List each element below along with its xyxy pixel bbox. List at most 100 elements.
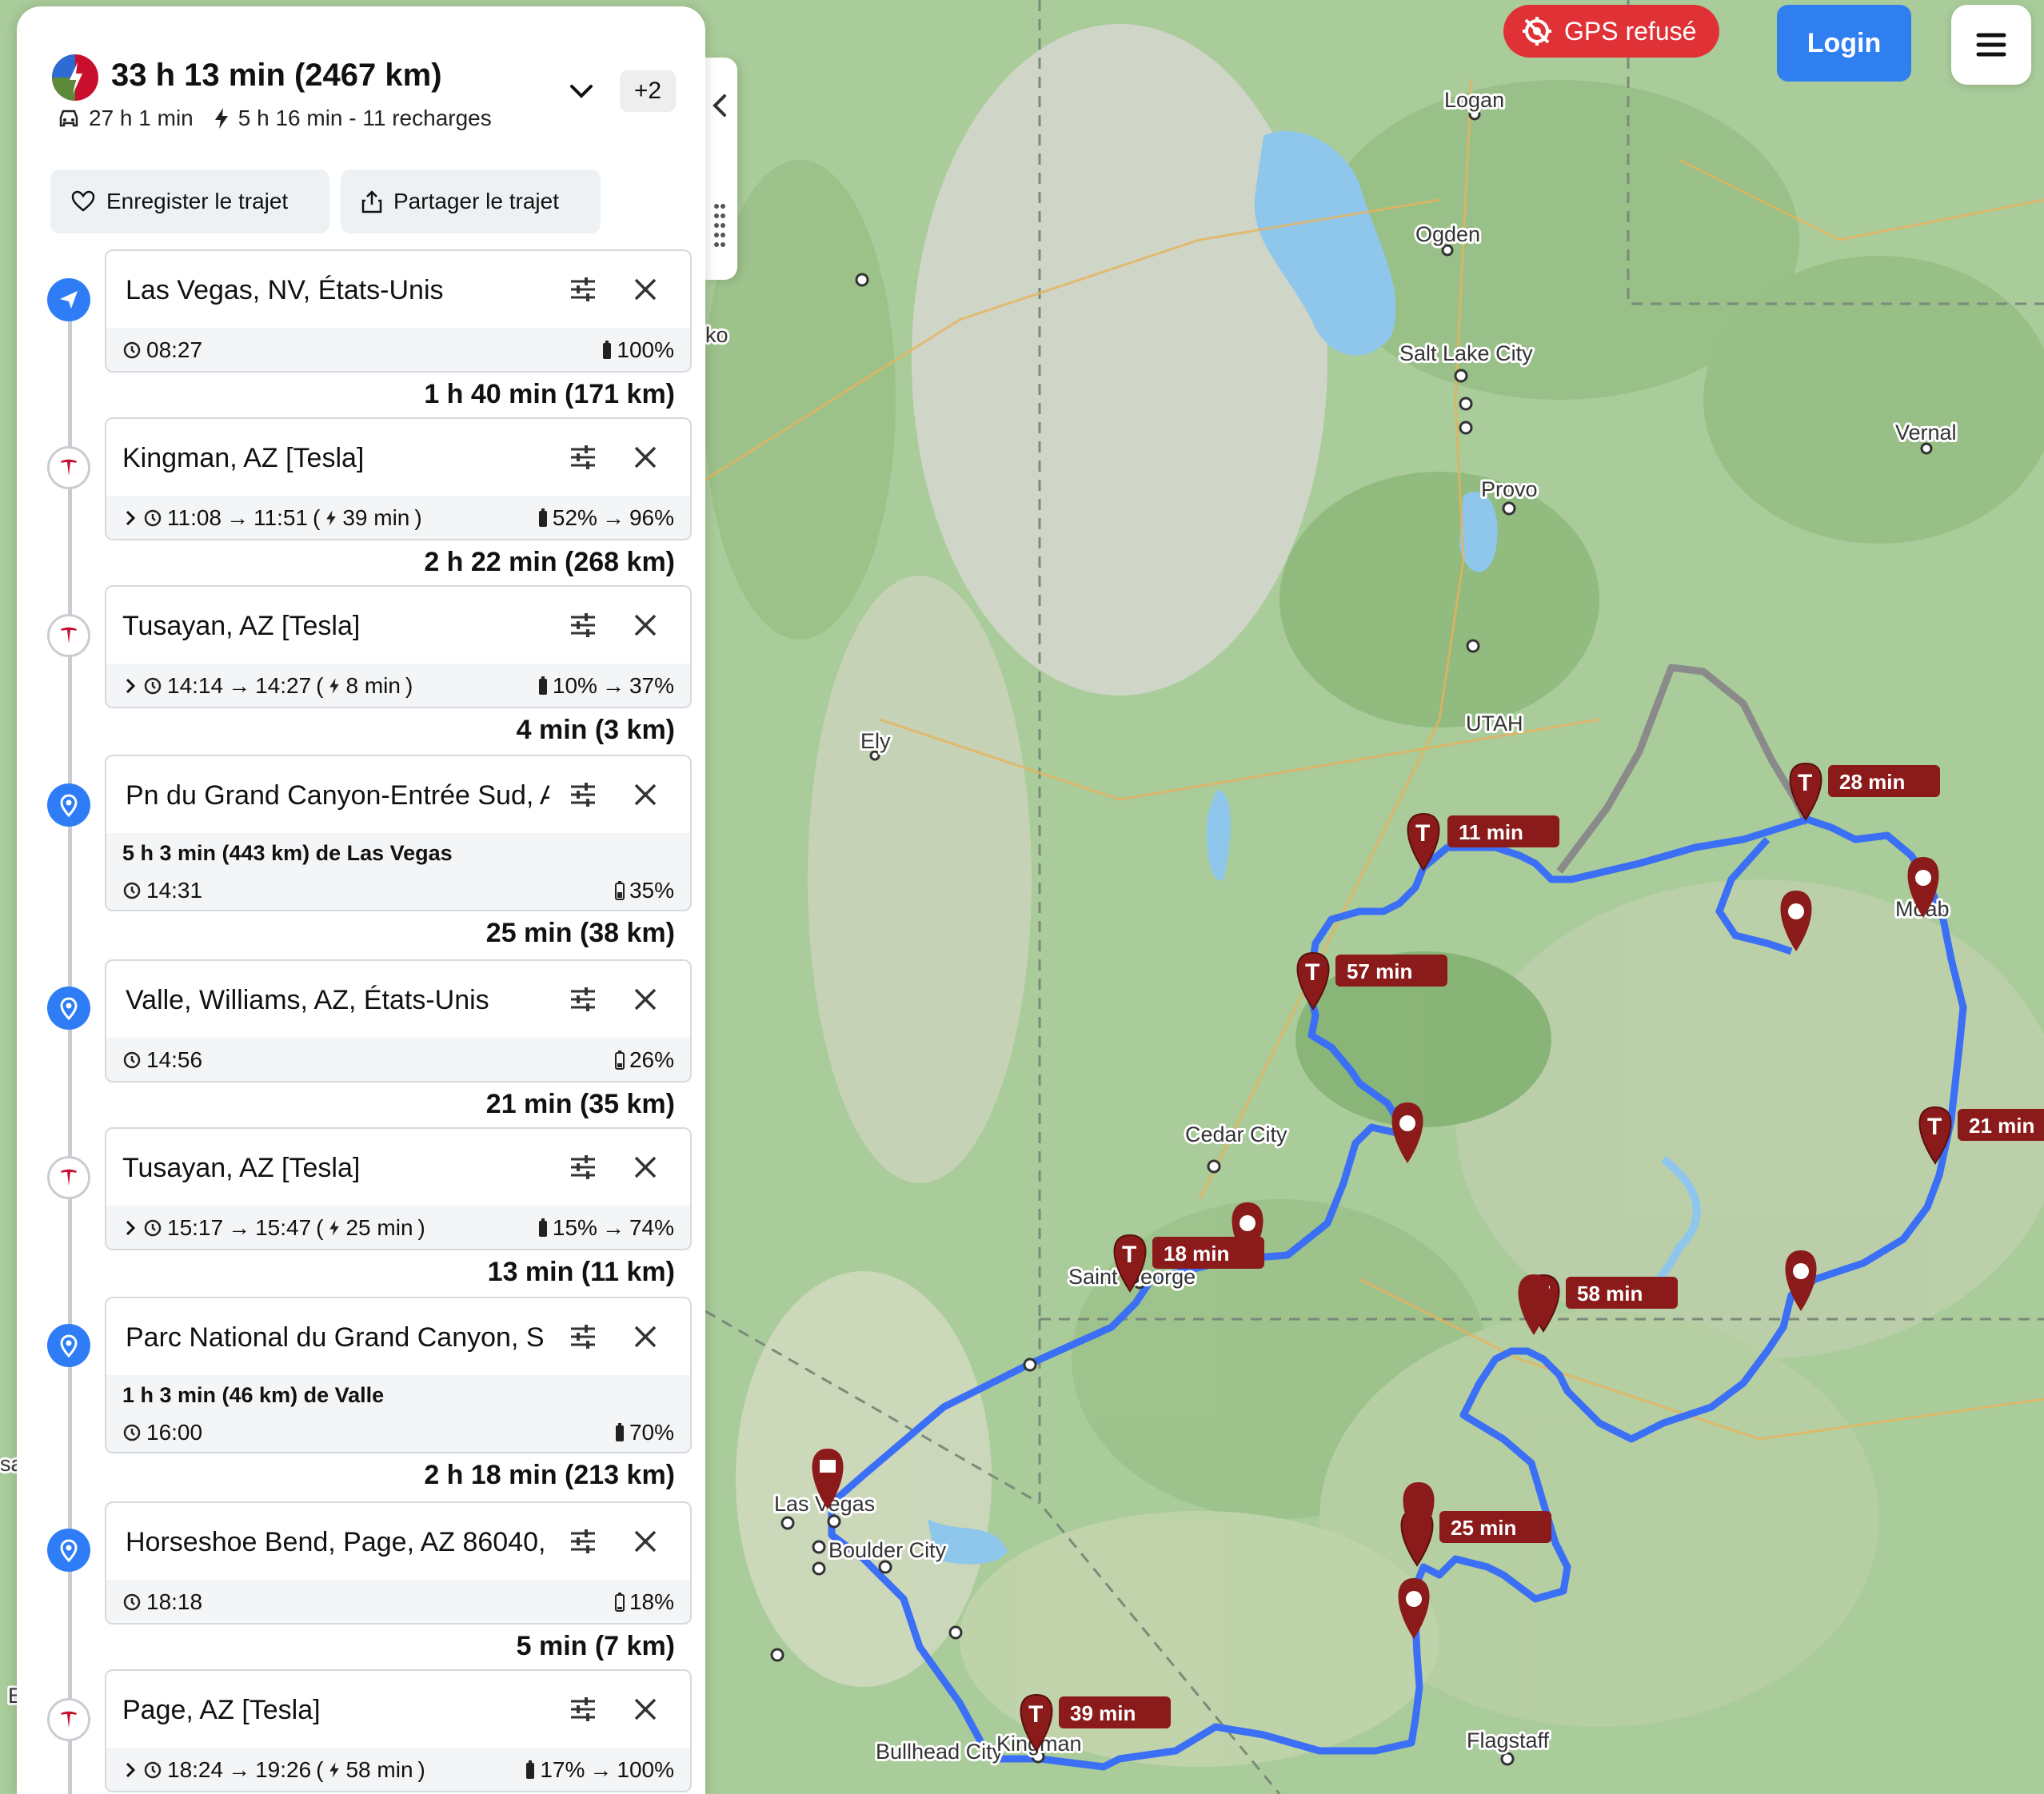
arrive-time: 11:08 xyxy=(167,505,222,530)
tesla-icon xyxy=(47,1156,90,1199)
settings-sliders-icon[interactable] xyxy=(569,780,597,809)
close-icon[interactable] xyxy=(631,1695,660,1724)
stop-card[interactable]: Tusayan, AZ [Tesla] 14:14 → 14:27(8 min) 1… xyxy=(105,585,692,708)
clock-icon xyxy=(144,677,162,695)
bolt-icon xyxy=(329,678,340,694)
save-route-button[interactable]: Enregister le trajet xyxy=(50,169,329,233)
route-total-title: 33 h 13 min (2467 km) xyxy=(111,58,442,93)
battery-from: 52% xyxy=(552,505,597,530)
depart-time: 15:47 xyxy=(255,1215,312,1240)
location-pin-icon xyxy=(47,1324,90,1367)
share-icon xyxy=(361,190,382,213)
route-panel: 33 h 13 min (2467 km) 27 h 1 min 5 h 16 … xyxy=(17,6,705,1794)
svg-text:58 min: 58 min xyxy=(1577,1282,1643,1306)
charge-duration: 8 min xyxy=(345,673,401,698)
share-route-button[interactable]: Partager le trajet xyxy=(341,169,601,233)
stop-name[interactable]: Pn du Grand Canyon-Entrée Sud, A xyxy=(126,780,549,811)
svg-text:T: T xyxy=(1798,770,1812,796)
settings-sliders-icon[interactable] xyxy=(569,611,597,640)
leg-duration: 5 min (7 km) xyxy=(516,1631,675,1661)
chevron-right-icon[interactable] xyxy=(122,676,138,696)
leg-duration: 2 h 22 min (268 km) xyxy=(424,547,675,577)
stop-name[interactable]: Page, AZ [Tesla] xyxy=(122,1695,546,1726)
chevron-right-icon[interactable] xyxy=(122,1218,138,1238)
leg-duration: 1 h 40 min (171 km) xyxy=(424,379,675,409)
close-icon[interactable] xyxy=(631,780,660,809)
login-button[interactable]: Login xyxy=(1777,5,1911,82)
svg-text:Ogden: Ogden xyxy=(1415,222,1480,246)
clock-icon xyxy=(123,1051,141,1069)
settings-sliders-icon[interactable] xyxy=(569,275,597,304)
clock-icon xyxy=(144,509,162,527)
gps-status-label: GPS refusé xyxy=(1564,16,1697,46)
stop-name[interactable]: Tusayan, AZ [Tesla] xyxy=(122,611,546,642)
stop-name[interactable]: Parc National du Grand Canyon, S E xyxy=(126,1322,549,1353)
arrow-icon: → xyxy=(601,505,625,530)
panel-collapse-tab[interactable] xyxy=(704,58,737,280)
svg-text:UTAH: UTAH xyxy=(1466,712,1523,736)
stop-card[interactable]: Valle, Williams, AZ, États-Unis 14:56 26… xyxy=(105,959,692,1082)
arrow-icon: → xyxy=(228,673,251,698)
stop-name[interactable]: Horseshoe Bend, Page, AZ 86040, I xyxy=(126,1527,549,1558)
svg-text:25 min: 25 min xyxy=(1451,1516,1516,1540)
stop-card[interactable]: Las Vegas, NV, États-Unis 08:27 100% xyxy=(105,249,692,373)
chevron-left-icon[interactable] xyxy=(709,90,733,122)
svg-text:Boulder City: Boulder City xyxy=(828,1538,947,1562)
location-pin-icon xyxy=(47,1529,90,1572)
settings-sliders-icon[interactable] xyxy=(569,1153,597,1182)
gps-status-button[interactable]: GPS refusé xyxy=(1503,5,1719,58)
arrow-icon: → xyxy=(228,1757,251,1782)
close-icon[interactable] xyxy=(631,611,660,640)
paren-open: ( xyxy=(316,1215,324,1240)
battery-icon xyxy=(538,508,547,527)
svg-text:ko: ko xyxy=(705,323,729,347)
chevron-down-icon[interactable] xyxy=(567,77,596,106)
distance-from-prev: 1 h 3 min (46 km) de Valle xyxy=(122,1383,385,1407)
leg-duration: 2 h 18 min (213 km) xyxy=(424,1460,675,1490)
bolt-icon xyxy=(329,1762,340,1778)
close-icon[interactable] xyxy=(631,1322,660,1351)
settings-sliders-icon[interactable] xyxy=(569,1322,597,1351)
app-logo-icon xyxy=(52,54,98,101)
close-icon[interactable] xyxy=(631,1527,660,1556)
stop-card[interactable]: Pn du Grand Canyon-Entrée Sud, A 5 h 3 m… xyxy=(105,755,692,911)
stop-name[interactable]: Las Vegas, NV, États-Unis xyxy=(126,275,549,306)
stop-card[interactable]: Kingman, AZ [Tesla] 11:08 → 11:51(39 min) … xyxy=(105,417,692,540)
svg-text:11 min: 11 min xyxy=(1459,820,1523,844)
alternatives-badge[interactable]: +2 xyxy=(620,70,676,112)
menu-button[interactable] xyxy=(1951,5,2031,85)
battery-icon xyxy=(603,341,612,359)
svg-text:57 min: 57 min xyxy=(1347,959,1412,983)
battery-icon xyxy=(538,676,547,695)
clock-icon xyxy=(123,1424,141,1441)
stop-name[interactable]: Kingman, AZ [Tesla] xyxy=(122,443,546,474)
paren-close: ) xyxy=(405,673,413,698)
stop-name[interactable]: Tusayan, AZ [Tesla] xyxy=(122,1153,546,1184)
stop-name[interactable]: Valle, Williams, AZ, États-Unis xyxy=(126,985,549,1016)
arrow-icon: → xyxy=(601,1215,625,1240)
battery-icon xyxy=(614,1593,625,1612)
settings-sliders-icon[interactable] xyxy=(569,985,597,1014)
close-icon[interactable] xyxy=(631,275,660,304)
stop-card[interactable]: Tusayan, AZ [Tesla] 15:17 → 15:47(25 min) … xyxy=(105,1127,692,1250)
settings-sliders-icon[interactable] xyxy=(569,1527,597,1556)
paren-close: ) xyxy=(414,505,422,530)
stop-battery: 70% xyxy=(629,1420,674,1445)
stop-time: 14:56 xyxy=(146,1047,203,1072)
close-icon[interactable] xyxy=(631,1153,660,1182)
chevron-right-icon[interactable] xyxy=(122,1760,138,1780)
stop-card[interactable]: Parc National du Grand Canyon, S E 1 h 3… xyxy=(105,1297,692,1453)
chevron-right-icon[interactable] xyxy=(122,508,138,528)
drag-handle-icon[interactable] xyxy=(713,201,726,249)
close-icon[interactable] xyxy=(631,443,660,472)
settings-sliders-icon[interactable] xyxy=(569,1695,597,1724)
svg-text:Ely: Ely xyxy=(860,729,891,753)
svg-text:T: T xyxy=(1028,1701,1043,1728)
settings-sliders-icon[interactable] xyxy=(569,443,597,472)
leg-duration: 21 min (35 km) xyxy=(485,1089,675,1119)
close-icon[interactable] xyxy=(631,985,660,1014)
location-pin-icon xyxy=(47,987,90,1030)
stop-card[interactable]: Horseshoe Bend, Page, AZ 86040, I 18:18 … xyxy=(105,1501,692,1625)
battery-icon xyxy=(615,1423,624,1441)
stop-card[interactable]: Page, AZ [Tesla] 18:24 → 19:26(58 min) 17%… xyxy=(105,1669,692,1792)
